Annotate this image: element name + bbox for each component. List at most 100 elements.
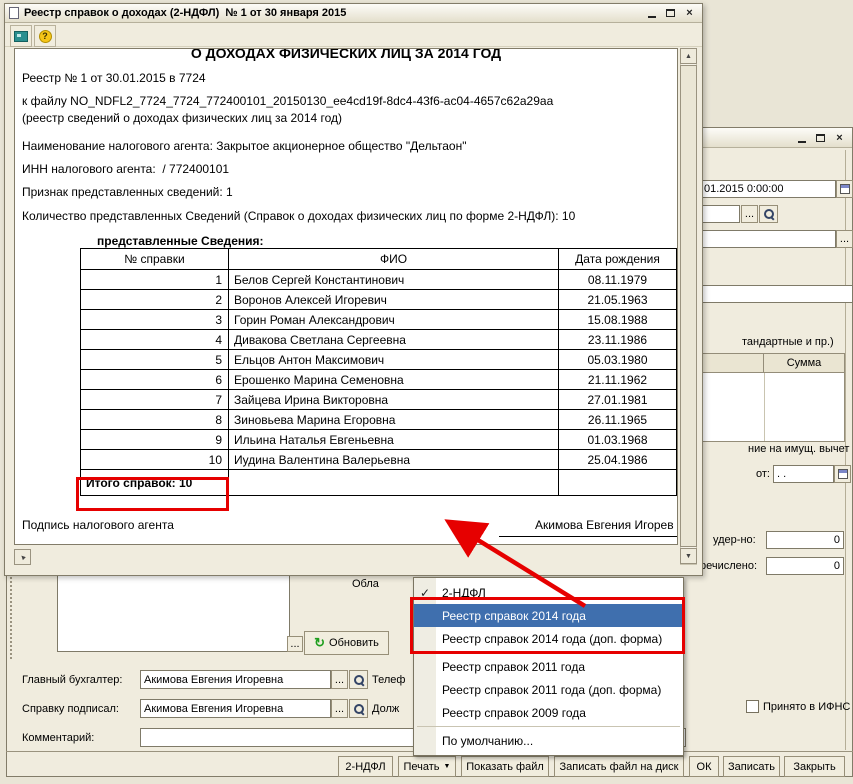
cell-name: Ельцов Антон Максимович — [228, 349, 559, 370]
scroll-up-button[interactable]: ▲ — [680, 48, 697, 64]
oblast-label-cut: Обла — [352, 578, 379, 590]
footer-save-button[interactable]: Записать — [723, 756, 780, 777]
footer-close-button[interactable]: Закрыть — [784, 756, 845, 777]
col-header-fio: ФИО — [228, 248, 559, 270]
signed-by-search-button[interactable] — [349, 699, 368, 718]
scroll-thumb[interactable] — [680, 65, 697, 547]
menu-item-label: Реестр справок 2009 года — [442, 705, 586, 720]
menu-item-reestr-2011-dop[interactable]: Реестр справок 2011 года (доп. форма) — [414, 678, 683, 701]
form-minimize-button[interactable] — [793, 131, 810, 145]
withheld-field[interactable]: 0 — [766, 531, 844, 549]
empty-cell — [558, 469, 677, 496]
menu-item-reestr-2014[interactable]: Реестр справок 2014 года — [414, 604, 683, 627]
org-search-button[interactable] — [759, 205, 778, 223]
empty-cell — [228, 469, 559, 496]
file-dots-button[interactable]: ... — [836, 230, 853, 248]
menu-item-reestr-2011[interactable]: Реестр справок 2011 года — [414, 655, 683, 678]
doc-sign-label: Подпись налогового агента — [22, 518, 174, 532]
menu-separator — [417, 652, 680, 653]
org-field[interactable] — [700, 205, 740, 223]
menu-item-reestr-2009[interactable]: Реестр справок 2009 года — [414, 701, 683, 724]
chief-accountant-search-button[interactable] — [349, 670, 368, 689]
form-close-button[interactable]: × — [831, 131, 848, 145]
signed-by-dots-button[interactable]: ... — [331, 699, 348, 718]
footer-print-button[interactable]: Печать ▼ — [398, 756, 456, 777]
menu-item-reestr-2014-dop[interactable]: Реестр справок 2014 года (доп. форма) — [414, 627, 683, 650]
report-minimize-button[interactable] — [643, 6, 660, 20]
signature-line — [499, 536, 677, 537]
help-button[interactable]: ? — [34, 25, 56, 47]
chief-accountant-label: Главный бухгалтер: — [22, 674, 123, 686]
chief-accountant-field[interactable]: Акимова Евгения Игоревна — [140, 670, 331, 689]
cell-name: Зайцева Ирина Викторовна — [228, 389, 559, 410]
file-field[interactable] — [700, 230, 836, 248]
transferred-field[interactable]: 0 — [766, 557, 844, 575]
cell-birthdate: 05.03.1980 — [558, 349, 677, 370]
notice-date-field[interactable]: . . — [773, 465, 834, 483]
print-preview-button[interactable] — [10, 25, 32, 47]
list-dots-button[interactable]: ... — [287, 636, 303, 652]
print-menu: ✓ 2-НДФЛ Реестр справок 2014 года Реестр… — [413, 577, 684, 756]
period-date-field[interactable]: 01.2015 0:00:00 — [700, 180, 836, 198]
magnifier-icon — [763, 208, 775, 220]
table-row: 10 Иудина Валентина Валерьевна 25.04.1986 — [80, 449, 677, 470]
refresh-button[interactable]: ↻ Обновить — [304, 631, 389, 655]
calendar-icon — [837, 469, 848, 479]
notice-calendar-button[interactable] — [834, 465, 851, 483]
period-calendar-button[interactable] — [836, 180, 853, 198]
calendar-icon — [839, 184, 850, 194]
position-label-cut: Долж — [372, 703, 400, 715]
scroll-down-button[interactable]: ▼ — [680, 548, 697, 564]
splitter-handle[interactable] — [10, 577, 13, 659]
signed-by-field[interactable]: Акимова Евгения Игоревна — [140, 699, 331, 718]
table-row: 2 Воронов Алексей Игоревич 21.05.1963 — [80, 289, 677, 310]
menu-separator — [417, 726, 680, 727]
accepted-checkbox[interactable] — [746, 700, 759, 713]
report-close-button[interactable]: × — [681, 6, 698, 20]
report-window: Реестр справок о доходах (2-НДФЛ) № 1 от… — [4, 3, 703, 576]
doc-signature: Акимова Евгения Игорев — [535, 518, 674, 532]
from-label: от: — [756, 468, 770, 480]
footer-show-file-button[interactable]: Показать файл — [461, 756, 549, 777]
dropdown-arrow-icon: ▼ — [443, 763, 451, 770]
cell-birthdate: 08.11.1979 — [558, 269, 677, 290]
col-header-birthdate: Дата рождения — [558, 248, 677, 270]
menu-item-2ndfl[interactable]: ✓ 2-НДФЛ — [414, 581, 683, 604]
report-toolbar — [5, 23, 702, 47]
cell-name: Ерошенко Марина Семеновна — [228, 369, 559, 390]
cell-birthdate: 27.01.1981 — [558, 389, 677, 410]
scroll-corner-button[interactable]: ◄ — [14, 549, 31, 565]
doc-inn-line: ИНН налогового агента: / 772400101 — [22, 162, 230, 176]
total-cell: Итого справок: 10 — [80, 469, 229, 496]
org-dots-button[interactable]: ... — [741, 205, 758, 223]
extra-field[interactable] — [700, 285, 853, 303]
menu-item-label: Реестр справок 2014 года (доп. форма) — [442, 631, 663, 646]
footer-ndfl-button[interactable]: 2-НДФЛ — [338, 756, 393, 777]
form-maximize-button[interactable] — [812, 131, 829, 145]
table-header-row: № справки ФИО Дата рождения — [80, 248, 677, 270]
report-maximize-button[interactable] — [662, 6, 679, 20]
cell-number: 1 — [80, 269, 229, 290]
cell-name: Воронов Алексей Игоревич — [228, 289, 559, 310]
magnifier-icon — [353, 703, 365, 715]
cell-birthdate: 21.05.1963 — [558, 289, 677, 310]
doc-attr-line: Признак представленных сведений: 1 — [22, 185, 233, 199]
doc-count-line: Количество представленных Сведений (Спра… — [22, 209, 576, 223]
data-list-box[interactable] — [57, 574, 290, 652]
cell-number: 10 — [80, 449, 229, 470]
cell-birthdate: 01.03.1968 — [558, 429, 677, 450]
menu-item-default[interactable]: По умолчанию... — [414, 729, 683, 752]
grid-column-divider — [764, 373, 765, 441]
minimize-icon — [647, 16, 656, 18]
grid-header-left — [700, 353, 764, 373]
minimize-icon — [797, 140, 806, 143]
table-row: 4 Дивакова Светлана Сергеевна 23.11.1986 — [80, 329, 677, 350]
deductions-grid[interactable] — [700, 372, 845, 442]
footer-save-file-button[interactable]: Записать файл на диск — [554, 756, 684, 777]
report-titlebar[interactable]: Реестр справок о доходах (2-НДФЛ) № 1 от… — [5, 4, 702, 23]
refresh-button-label: Обновить — [329, 637, 379, 649]
report-document[interactable]: О ДОХОДАХ ФИЗИЧЕСКИХ ЛИЦ ЗА 2014 ГОД Рее… — [14, 48, 678, 545]
footer-ok-button[interactable]: ОК — [689, 756, 719, 777]
table-row: 6 Ерошенко Марина Семеновна 21.11.1962 — [80, 369, 677, 390]
chief-accountant-dots-button[interactable]: ... — [331, 670, 348, 689]
